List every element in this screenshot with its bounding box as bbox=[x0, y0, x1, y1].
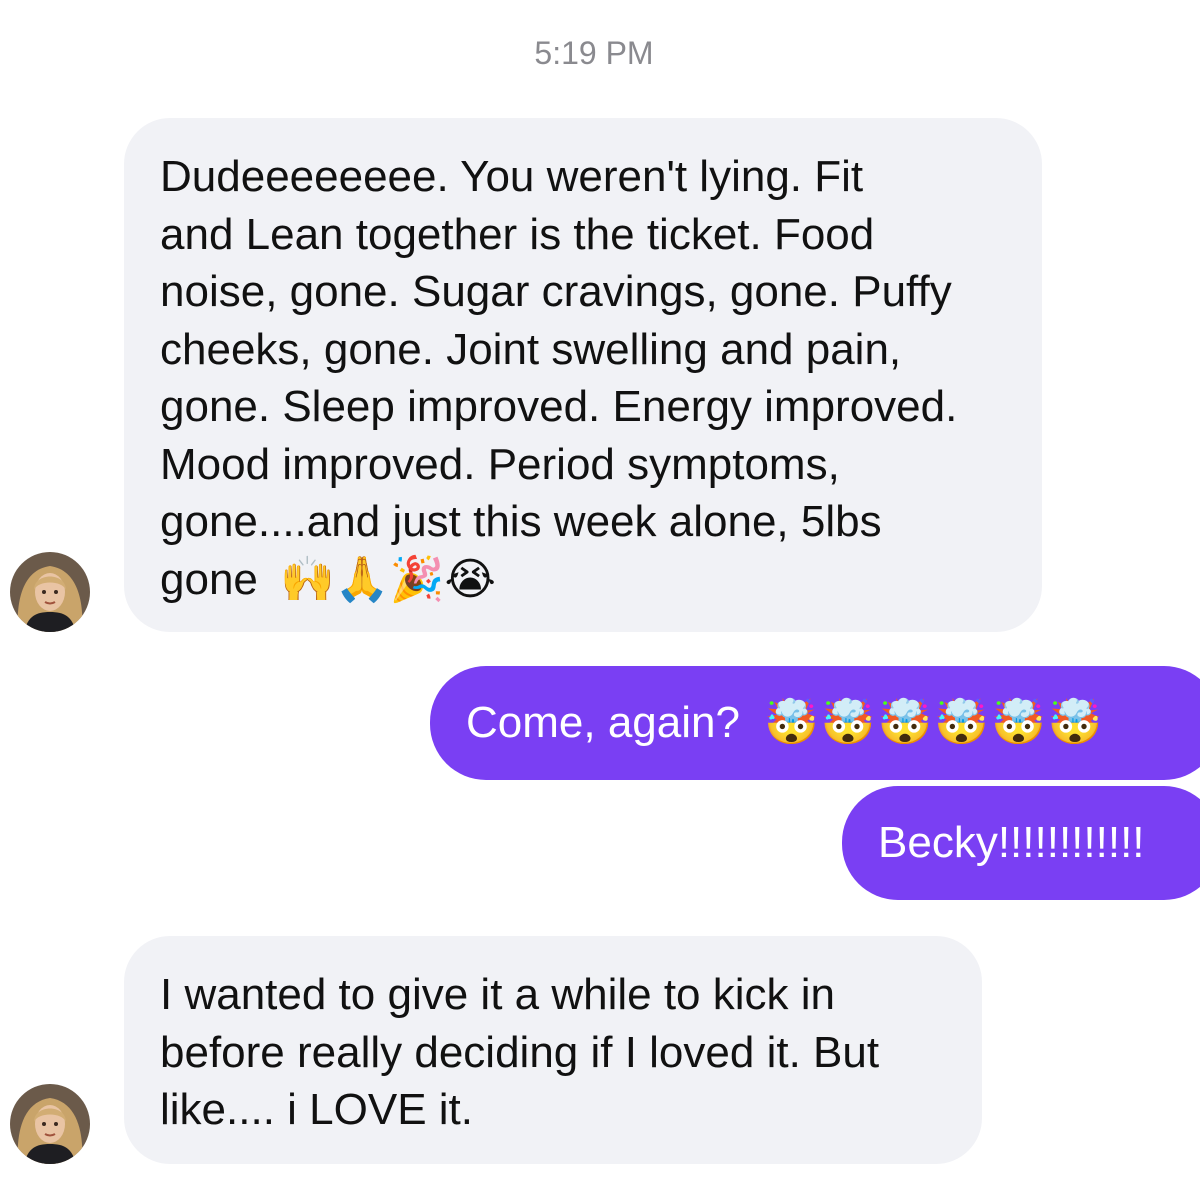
contact-avatar-photo bbox=[10, 552, 90, 632]
message-line: like.... i LOVE it. bbox=[160, 1085, 473, 1134]
message-text: gone bbox=[160, 554, 258, 604]
contact-avatar[interactable] bbox=[10, 1084, 90, 1164]
message-line: noise, gone. Sugar cravings, gone. Puffy bbox=[160, 267, 952, 316]
message-text: Come, again? bbox=[466, 698, 740, 747]
message-line: and Lean together is the ticket. Food bbox=[160, 209, 875, 259]
message-line: before really deciding if I loved it. Bu… bbox=[160, 1027, 880, 1077]
message-line: I wanted to give it a while to kick in bbox=[160, 970, 835, 1019]
message-line: cheeks, gone. Joint swelling and pain, bbox=[160, 324, 902, 374]
incoming-message-bubble[interactable]: I wanted to give it a while to kick in b… bbox=[124, 936, 982, 1164]
outgoing-message-bubble[interactable]: Becky!!!!!!!!!!!! bbox=[842, 786, 1200, 900]
message-line-last: gone 🙌🙏🎉😭 bbox=[160, 551, 1042, 609]
message-text: Becky!!!!!!!!!!!! bbox=[878, 818, 1145, 867]
message-line: gone....and just this week alone, 5lbs bbox=[160, 497, 882, 546]
incoming-message-bubble[interactable]: Dudeeeeeeee. You weren't lying. Fit and … bbox=[124, 118, 1042, 632]
message-line: Mood improved. Period symptoms, bbox=[160, 439, 840, 489]
outgoing-message-bubble[interactable]: Come, again? 🤯🤯🤯🤯🤯🤯 bbox=[430, 666, 1200, 780]
timestamp: 5:19 PM bbox=[534, 35, 654, 71]
message-line: gone. Sleep improved. Energy improved. bbox=[160, 382, 958, 431]
message-line: Come, again? 🤯🤯🤯🤯🤯🤯 bbox=[466, 666, 1200, 780]
message-line: Dudeeeeeeee. You weren't lying. Fit bbox=[160, 152, 864, 201]
message-line: Becky!!!!!!!!!!!! bbox=[878, 786, 1200, 900]
emoji-sequence: 🙌🙏🎉😭 bbox=[280, 553, 496, 605]
contact-avatar[interactable] bbox=[10, 552, 90, 632]
contact-avatar-photo bbox=[10, 1084, 90, 1164]
emoji-sequence: 🤯🤯🤯🤯🤯🤯 bbox=[763, 697, 1105, 748]
